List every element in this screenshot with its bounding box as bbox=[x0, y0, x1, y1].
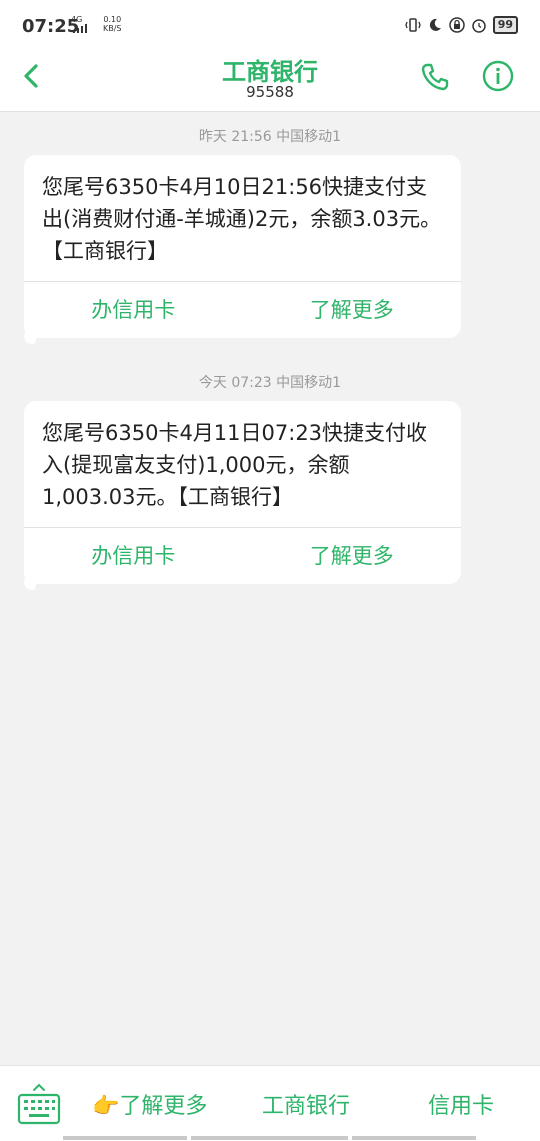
network-type: 4G bbox=[71, 15, 83, 24]
menu-icbc[interactable]: 工商银行 bbox=[262, 1088, 350, 1120]
menu-learn-more[interactable]: 👉了解更多 bbox=[92, 1088, 207, 1120]
info-icon[interactable] bbox=[482, 60, 514, 92]
learn-more-button[interactable]: 了解更多 bbox=[243, 528, 462, 584]
message-actions: 办信用卡 了解更多 bbox=[24, 282, 461, 338]
battery-level: 99 bbox=[492, 16, 518, 34]
message-actions: 办信用卡 了解更多 bbox=[24, 528, 461, 584]
signal-indicator: 4G bbox=[71, 15, 89, 35]
nav-segment bbox=[352, 1136, 476, 1140]
status-bar: 07:25 4G 0.10 KB/S 99 bbox=[0, 0, 540, 52]
vibrate-icon bbox=[405, 18, 421, 32]
phone-icon[interactable] bbox=[420, 62, 450, 92]
alarm-icon bbox=[471, 19, 486, 33]
speed-value: 0.10 bbox=[103, 15, 122, 24]
nav-segment bbox=[63, 1136, 187, 1140]
message-bubble: 您尾号6350卡4月10日21:56快捷支付支出(消费财付通-羊城通)2元，余额… bbox=[24, 155, 461, 338]
message-timestamp: 昨天 21:56 中国移动1 bbox=[198, 129, 342, 145]
status-icons: 99 bbox=[405, 16, 518, 34]
contact-name: 工商银行 bbox=[222, 58, 318, 86]
nav-segment bbox=[191, 1136, 348, 1140]
contact-number: 95588 bbox=[246, 83, 294, 101]
moon-icon bbox=[429, 18, 441, 31]
network-speed: 0.10 KB/S bbox=[103, 15, 122, 33]
menu-credit-card[interactable]: 信用卡 bbox=[428, 1088, 494, 1120]
lock-icon bbox=[448, 17, 465, 33]
bottom-menu-bar: 👉了解更多 工商银行 信用卡 bbox=[0, 1065, 540, 1141]
apply-credit-card-button[interactable]: 办信用卡 bbox=[24, 282, 243, 338]
conversation-header: 工商银行 95588 bbox=[0, 52, 540, 112]
apply-credit-card-button[interactable]: 办信用卡 bbox=[24, 528, 243, 584]
message-timestamp: 今天 07:23 中国移动1 bbox=[198, 375, 342, 391]
message-text: 您尾号6350卡4月10日21:56快捷支付支出(消费财付通-羊城通)2元，余额… bbox=[24, 155, 461, 282]
learn-more-button[interactable]: 了解更多 bbox=[243, 282, 462, 338]
message-bubble: 您尾号6350卡4月11日07:23快捷支付收入(提现富友支付)1,000元，余… bbox=[24, 401, 461, 584]
keyboard-icon[interactable] bbox=[16, 1082, 62, 1126]
speed-unit: KB/S bbox=[103, 24, 122, 33]
message-text: 您尾号6350卡4月11日07:23快捷支付收入(提现富友支付)1,000元，余… bbox=[24, 401, 461, 528]
signal-icon bbox=[73, 24, 87, 33]
